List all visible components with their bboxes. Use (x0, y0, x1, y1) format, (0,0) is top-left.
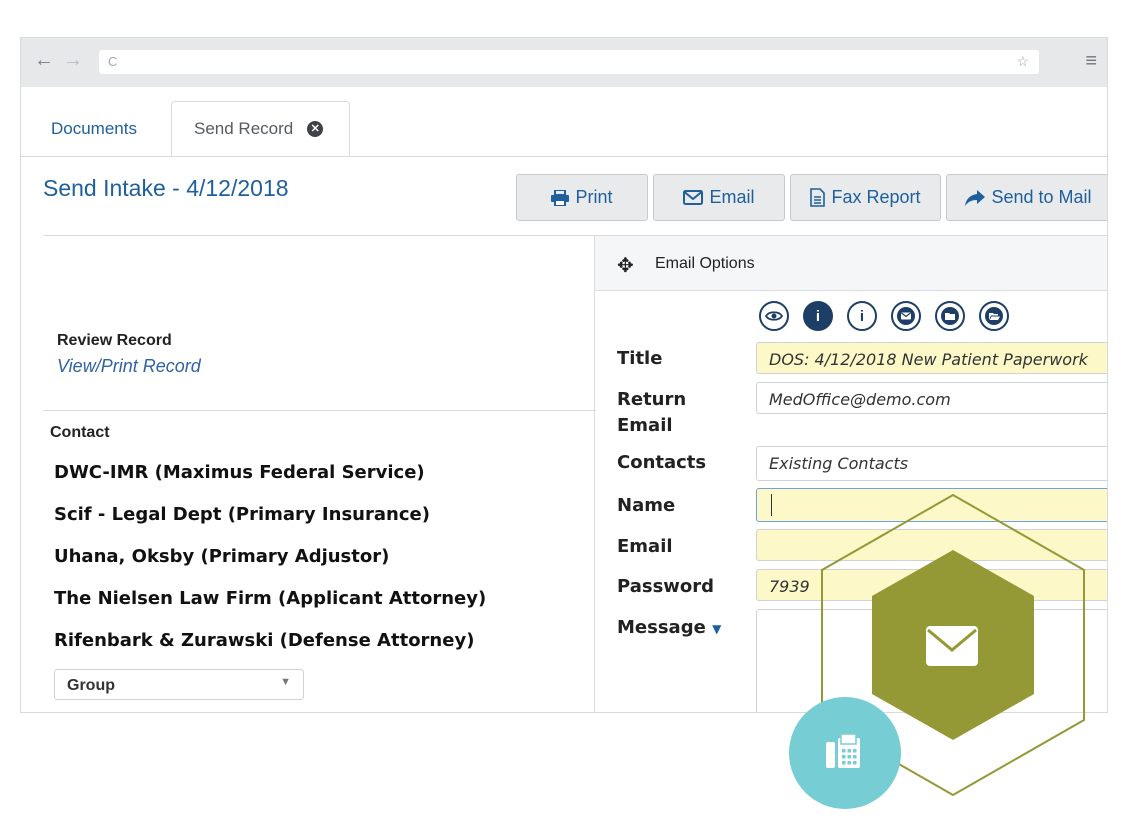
fax-report-button[interactable]: Fax Report (790, 174, 941, 221)
caret-down-icon: ▼ (712, 622, 722, 636)
fax-circle-badge (789, 697, 901, 809)
return-email-field[interactable]: MedOffice@demo.com (756, 382, 1107, 414)
divider (43, 410, 596, 411)
info-icon[interactable]: i (847, 301, 877, 331)
folder-open-icon[interactable] (979, 301, 1009, 331)
text-cursor (771, 494, 772, 516)
name-label: Name (617, 495, 676, 516)
view-print-record-link[interactable]: View/Print Record (57, 356, 201, 377)
arrow-right-icon[interactable]: → (63, 49, 83, 72)
contact-label: Contact (50, 424, 110, 441)
divider (43, 235, 596, 236)
contacts-label: Contacts (617, 452, 707, 473)
share-arrow-icon (965, 189, 986, 206)
title-label: Title (617, 348, 663, 369)
return-email-label: Return Email (617, 389, 687, 436)
print-label: Print (575, 187, 613, 207)
tab-divider (21, 156, 1107, 157)
fax-report-label: Fax Report (831, 187, 921, 207)
email-options-header: ✥ Email Options (595, 235, 1107, 291)
email-label: Email (617, 536, 673, 557)
contact-item[interactable]: DWC-IMR (Maximus Federal Service) (54, 462, 425, 483)
review-record-label: Review Record (57, 332, 172, 349)
star-icon[interactable]: ☆ (1016, 53, 1029, 70)
move-icon[interactable]: ✥ (617, 253, 634, 278)
page-title: Send Intake - 4/12/2018 (43, 175, 289, 201)
info-filled-icon[interactable]: i (803, 301, 833, 331)
send-to-mail-button[interactable]: Send to Mail (946, 174, 1107, 221)
group-select-value: Group (67, 677, 115, 694)
contact-item[interactable]: Uhana, Oksby (Primary Adjustor) (54, 546, 389, 567)
message-label[interactable]: Message ▼ (617, 615, 721, 642)
envelope-icon (926, 626, 978, 666)
password-label: Password (617, 576, 715, 597)
group-select[interactable]: Group ▼ (54, 669, 304, 700)
caret-down-icon: ▼ (280, 676, 291, 688)
send-to-mail-label: Send to Mail (991, 187, 1092, 207)
address-bar[interactable]: C ☆ (99, 50, 1039, 74)
tab-label: Documents (51, 119, 137, 138)
fax-icon (826, 734, 860, 768)
contact-item[interactable]: The Nielsen Law Firm (Applicant Attorney… (54, 588, 486, 609)
arrow-left-icon[interactable]: ← (34, 49, 54, 72)
email-label: Email (709, 187, 755, 207)
browser-toolbar: ← → C ☆ ≡ (21, 38, 1107, 87)
title-field[interactable]: DOS: 4/12/2018 New Patient Paperwork (756, 342, 1107, 374)
close-circle-icon[interactable]: ✕ (307, 121, 324, 137)
message-label-text: Message (617, 617, 706, 638)
print-icon (551, 189, 570, 206)
tab-label: Send Record (194, 119, 294, 138)
email-options-title: Email Options (655, 255, 755, 272)
eye-icon[interactable] (759, 301, 789, 331)
envelope-circle-icon[interactable] (891, 301, 921, 331)
reload-icon[interactable]: C (108, 54, 117, 69)
folder-icon[interactable] (935, 301, 965, 331)
print-button[interactable]: Print (516, 174, 648, 221)
contact-item[interactable]: Rifenbark & Zurawski (Defense Attorney) (54, 630, 474, 651)
hamburger-icon[interactable]: ≡ (1085, 50, 1097, 73)
contact-item[interactable]: Scif - Legal Dept (Primary Insurance) (54, 504, 430, 525)
email-button[interactable]: Email (653, 174, 785, 221)
envelope-icon (683, 190, 704, 205)
contacts-field[interactable]: Existing Contacts (756, 446, 1107, 481)
document-icon (810, 188, 826, 207)
tab-documents[interactable]: Documents (41, 101, 181, 157)
tab-send-record[interactable]: Send Record ✕ (171, 101, 350, 157)
